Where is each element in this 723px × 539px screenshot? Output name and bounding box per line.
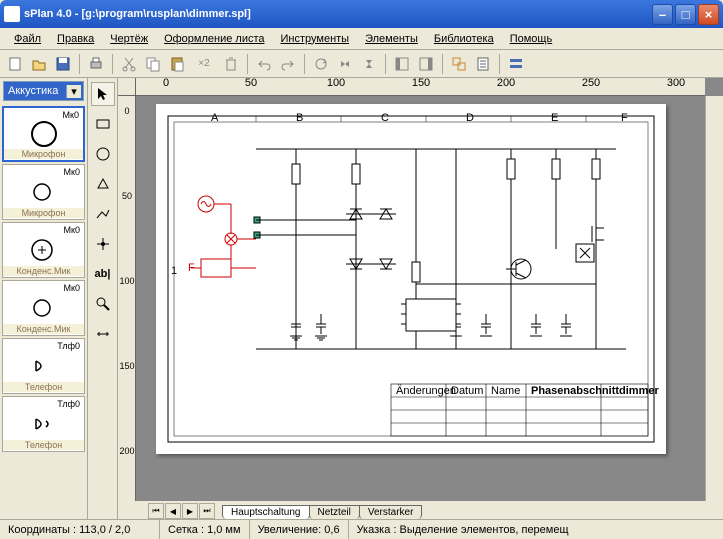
- mirror-v-button[interactable]: [358, 53, 380, 75]
- tab-next-button[interactable]: ▶: [182, 503, 198, 519]
- settings-button[interactable]: [505, 53, 527, 75]
- junction-tool[interactable]: [91, 232, 115, 256]
- svg-text:Phasenabschnittdimmer: Phasenabschnittdimmer: [531, 385, 659, 397]
- main-area: Аккустика Mк0 Микрофон Mк0 Микрофон Mк0 …: [0, 78, 723, 519]
- copy-button[interactable]: [142, 53, 164, 75]
- menu-bar: Файл Правка Чертёж Оформление листа Инст…: [0, 28, 723, 50]
- open-button[interactable]: [28, 53, 50, 75]
- undo-button[interactable]: [253, 53, 275, 75]
- menu-elements[interactable]: Элементы: [357, 31, 426, 47]
- svg-text:A: A: [211, 112, 219, 124]
- svg-text:1: 1: [171, 265, 177, 277]
- rotate-button[interactable]: [310, 53, 332, 75]
- sheet-tabs: ⏮ ◀ ▶ ⏭ Hauptschaltung Netzteil Verstark…: [118, 501, 723, 519]
- maximize-button[interactable]: □: [675, 4, 696, 25]
- group-button[interactable]: [448, 53, 470, 75]
- measure-tool[interactable]: [91, 322, 115, 346]
- menu-file[interactable]: Файл: [6, 31, 49, 47]
- palette-item[interactable]: Mк0 Конденс.Мик: [2, 280, 85, 336]
- svg-text:Änderungen: Änderungen: [396, 385, 456, 397]
- rectangle-tool[interactable]: [91, 112, 115, 136]
- palette-item[interactable]: Mк0 Микрофон: [2, 164, 85, 220]
- status-bar: Координаты : 113,0 / 2,0 Сетка : 1,0 мм …: [0, 519, 723, 539]
- snap-right-button[interactable]: [415, 53, 437, 75]
- new-button[interactable]: [4, 53, 26, 75]
- delete-button[interactable]: [220, 53, 242, 75]
- paste-button[interactable]: [166, 53, 188, 75]
- svg-text:B: B: [296, 112, 303, 124]
- svg-text:C: C: [381, 112, 389, 124]
- palette-item[interactable]: Mк0 Микрофон: [2, 106, 85, 162]
- window-title: sPlan 4.0 - [g:\program\rusplan\dimmer.s…: [24, 8, 650, 20]
- snap-left-button[interactable]: [391, 53, 413, 75]
- palette-item[interactable]: Тлф0 Телефон: [2, 338, 85, 394]
- app-icon: [4, 6, 20, 22]
- text-tool[interactable]: ab|: [91, 262, 115, 286]
- print-button[interactable]: [85, 53, 107, 75]
- redo-button[interactable]: [277, 53, 299, 75]
- close-button[interactable]: ×: [698, 4, 719, 25]
- tab-first-button[interactable]: ⏮: [148, 503, 164, 519]
- mirror-h-button[interactable]: [334, 53, 356, 75]
- svg-text:Name: Name: [491, 385, 520, 397]
- status-hint: Указка : Выделение элементов, перемещ: [349, 520, 723, 539]
- status-coords: Координаты : 113,0 / 2,0: [0, 520, 160, 539]
- menu-drawing[interactable]: Чертёж: [102, 31, 156, 47]
- palette-item[interactable]: Тлф0 Телефон: [2, 396, 85, 452]
- properties-button[interactable]: [472, 53, 494, 75]
- zoom-tool[interactable]: [91, 292, 115, 316]
- menu-edit[interactable]: Правка: [49, 31, 102, 47]
- sheet-tab[interactable]: Verstarker: [359, 505, 423, 519]
- line-tool[interactable]: [91, 202, 115, 226]
- ruler-vertical: 0 50 100 150 200: [118, 96, 136, 501]
- palette-items: Mк0 Микрофон Mк0 Микрофон Mк0 Конденс.Ми…: [0, 104, 87, 519]
- minimize-button[interactable]: –: [652, 4, 673, 25]
- palette-item[interactable]: Mк0 Конденс.Мик: [2, 222, 85, 278]
- svg-text:D: D: [466, 112, 474, 124]
- menu-help[interactable]: Помощь: [502, 31, 561, 47]
- ruler-horizontal: 0 50 100 150 200 250 300: [136, 78, 705, 96]
- category-dropdown[interactable]: Аккустика: [3, 81, 84, 101]
- svg-text:E: E: [551, 112, 558, 124]
- ruler-corner: [118, 78, 136, 96]
- pointer-tool[interactable]: [91, 82, 115, 106]
- menu-instruments[interactable]: Инструменты: [273, 31, 358, 47]
- drawing-viewport[interactable]: A B C D E F 1: [136, 96, 705, 501]
- scrollbar-vertical[interactable]: [705, 96, 723, 501]
- tool-tray: ab|: [88, 78, 118, 519]
- schematic-drawing: A B C D E F 1: [156, 104, 666, 454]
- svg-text:Datum: Datum: [451, 385, 483, 397]
- toolbar: ×2: [0, 50, 723, 78]
- sheet-tab[interactable]: Hauptschaltung: [222, 505, 310, 519]
- menu-page-layout[interactable]: Оформление листа: [156, 31, 272, 47]
- svg-text:F: F: [621, 112, 628, 124]
- tab-last-button[interactable]: ⏭: [199, 503, 215, 519]
- circle-tool[interactable]: [91, 142, 115, 166]
- cut-button[interactable]: [118, 53, 140, 75]
- sheet-tab[interactable]: Netzteil: [309, 505, 360, 519]
- drawing-page[interactable]: A B C D E F 1: [156, 104, 666, 454]
- save-button[interactable]: [52, 53, 74, 75]
- status-grid: Сетка : 1,0 мм: [160, 520, 250, 539]
- status-zoom: Увеличение: 0,6: [250, 520, 349, 539]
- duplicate-button[interactable]: ×2: [190, 53, 218, 75]
- menu-library[interactable]: Библиотека: [426, 31, 502, 47]
- polygon-tool[interactable]: [91, 172, 115, 196]
- title-bar: sPlan 4.0 - [g:\program\rusplan\dimmer.s…: [0, 0, 723, 28]
- component-palette: Аккустика Mк0 Микрофон Mк0 Микрофон Mк0 …: [0, 78, 88, 519]
- canvas-area: 0 50 100 150 200 250 300 0 50 100 150 20…: [118, 78, 723, 519]
- tab-prev-button[interactable]: ◀: [165, 503, 181, 519]
- svg-text:F: F: [188, 262, 195, 274]
